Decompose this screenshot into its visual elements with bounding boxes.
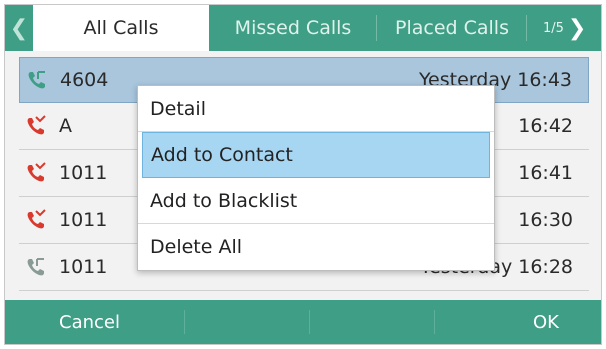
received-call-icon xyxy=(26,69,48,91)
softkey-bar: Cancel OK xyxy=(5,300,601,344)
cancel-button[interactable]: Cancel xyxy=(5,300,184,344)
call-time: 16:42 xyxy=(518,115,573,137)
call-time: 16:30 xyxy=(518,209,573,231)
menu-item-add-to-contact[interactable]: Add to Contact xyxy=(142,132,490,178)
received-call-icon xyxy=(25,256,47,278)
phone-screen: ❮ All Calls Missed Calls Placed Calls 1/… xyxy=(4,4,602,345)
tab-all-calls[interactable]: All Calls xyxy=(33,5,209,51)
ok-button[interactable]: OK xyxy=(434,300,601,344)
call-tabs-bar: ❮ All Calls Missed Calls Placed Calls 1/… xyxy=(5,5,601,51)
context-menu: Detail Add to Contact Add to Blacklist D… xyxy=(137,85,495,271)
missed-call-icon xyxy=(25,162,47,184)
tab-left-arrow-icon[interactable]: ❮ xyxy=(5,5,33,51)
menu-item-detail[interactable]: Detail xyxy=(138,86,494,132)
call-time: 16:41 xyxy=(518,162,573,184)
tab-right-arrow-icon[interactable]: ❯ xyxy=(568,16,586,41)
tab-missed-calls[interactable]: Missed Calls xyxy=(209,5,377,51)
menu-item-delete-all[interactable]: Delete All xyxy=(138,224,494,270)
menu-item-add-to-blacklist[interactable]: Add to Blacklist xyxy=(138,178,494,224)
page-indicator: 1/5 ❯ xyxy=(527,5,586,51)
tab-placed-calls[interactable]: Placed Calls xyxy=(377,5,527,51)
missed-call-icon xyxy=(25,115,47,137)
softkey-empty-1[interactable] xyxy=(184,300,309,344)
missed-call-icon xyxy=(25,209,47,231)
softkey-empty-2[interactable] xyxy=(309,300,434,344)
page-count: 1/5 xyxy=(543,20,564,36)
